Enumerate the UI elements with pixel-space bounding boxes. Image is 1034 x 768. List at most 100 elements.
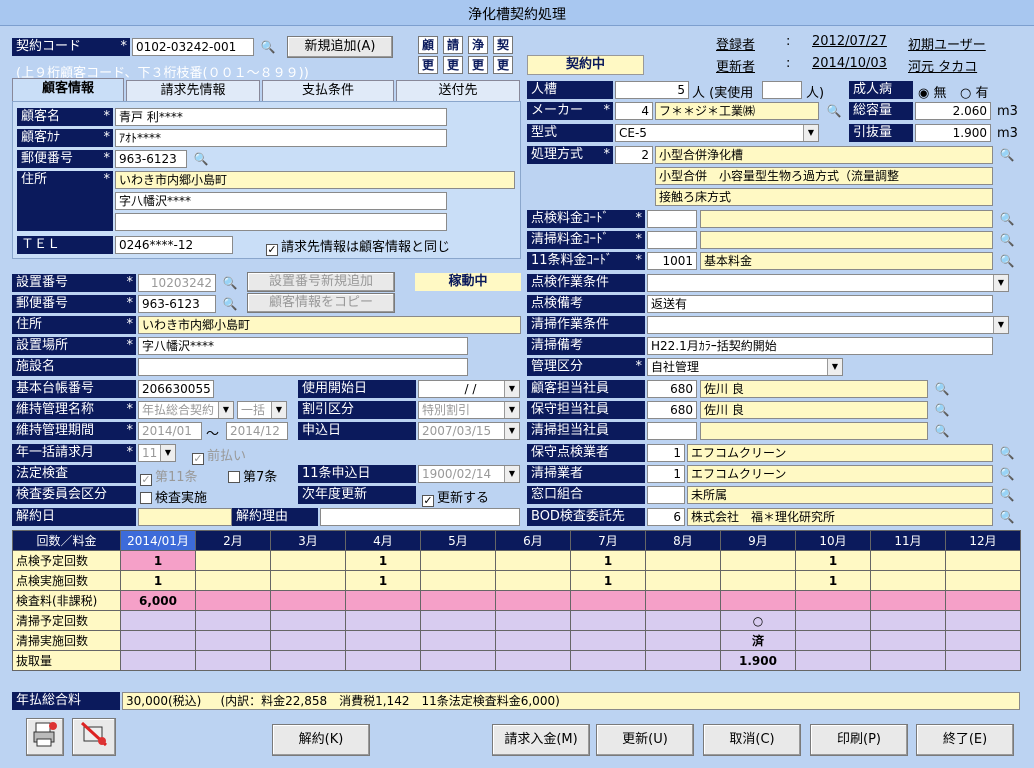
grid-cell[interactable] (870, 630, 946, 651)
grid-cell[interactable] (495, 590, 571, 611)
zip-search-icon[interactable]: 🔍 (191, 150, 211, 168)
grid-cell[interactable] (120, 630, 196, 651)
month-header[interactable]: 6月 (495, 530, 571, 551)
cancel-date-input[interactable] (138, 508, 232, 526)
insp-fee-search-icon[interactable]: 🔍 (997, 210, 1017, 228)
grid-cell[interactable] (195, 550, 271, 571)
renew-checkbox[interactable]: ✓ 更新する (422, 487, 489, 507)
grid-cell[interactable] (120, 650, 196, 671)
grid-cell[interactable]: 1 (120, 570, 196, 591)
grid-cell[interactable] (495, 570, 571, 591)
grid-cell[interactable]: 済 (720, 630, 796, 651)
abort-button[interactable]: 取消(C) (703, 724, 801, 756)
badge-update-4[interactable]: 更 (493, 56, 513, 74)
install-address-input[interactable]: いわき市内郷小島町 (138, 316, 521, 334)
insp-note-input[interactable]: 返送有 (647, 295, 993, 313)
printer-icon[interactable] (26, 718, 64, 756)
cleaner-search-icon[interactable]: 🔍 (997, 465, 1017, 483)
grid-cell[interactable] (945, 610, 1021, 631)
actual-people-input[interactable] (762, 81, 802, 99)
cust-staff-no-input[interactable]: 680 (647, 380, 697, 398)
grid-cell[interactable]: 1 (345, 550, 421, 571)
dropdown-arrow-icon[interactable]: ▼ (504, 402, 519, 418)
committee-checkbox[interactable]: 検査実施 (140, 487, 207, 506)
month-header[interactable]: 2月 (195, 530, 271, 551)
grid-cell[interactable] (720, 550, 796, 571)
grid-cell[interactable] (570, 590, 646, 611)
grid-cell[interactable] (795, 630, 871, 651)
grid-cell[interactable] (645, 570, 721, 591)
facility-input[interactable] (138, 358, 468, 376)
window-union-no-input[interactable] (647, 486, 685, 504)
grid-cell[interactable] (420, 650, 496, 671)
month-header[interactable]: 2014/01月 (120, 530, 196, 551)
clean-fee-no-input[interactable] (647, 231, 697, 249)
badge-tank[interactable]: 浄 (468, 36, 488, 54)
insp-fee-no-input[interactable] (647, 210, 697, 228)
method-no-input[interactable]: 2 (615, 146, 653, 164)
grid-cell[interactable] (795, 650, 871, 671)
pull-input[interactable]: 1.900 (915, 124, 991, 142)
customer-kana-input[interactable]: ｱｵﾄ**** (115, 129, 447, 147)
grid-cell[interactable] (345, 610, 421, 631)
grid-cell[interactable] (945, 590, 1021, 611)
grid-cell[interactable] (945, 630, 1021, 651)
badge-customer[interactable]: 顧 (418, 36, 438, 54)
install-new-button[interactable]: 設置番号新規追加 (247, 272, 395, 292)
grid-cell[interactable] (870, 590, 946, 611)
customer-address1-input[interactable]: いわき市内郷小島町 (115, 171, 515, 189)
maint-staff-search-icon[interactable]: 🔍 (932, 401, 952, 419)
badge-invoice[interactable]: 請 (443, 36, 463, 54)
grid-cell[interactable] (195, 570, 271, 591)
grid-cell[interactable] (345, 590, 421, 611)
grid-cell[interactable] (945, 550, 1021, 571)
grid-cell[interactable]: 1 (120, 550, 196, 571)
grid-cell[interactable] (495, 610, 571, 631)
model-select[interactable]: CE-5 ▼ (615, 124, 819, 142)
badge-update-2[interactable]: 更 (443, 56, 463, 74)
dropdown-arrow-icon[interactable]: ▼ (504, 381, 519, 397)
dropdown-arrow-icon[interactable]: ▼ (827, 359, 842, 375)
grid-cell[interactable] (645, 650, 721, 671)
grid-cell[interactable] (270, 570, 346, 591)
start-date-input[interactable]: / / ▼ (418, 380, 520, 398)
month-header[interactable]: 12月 (945, 530, 1021, 551)
grid-cell[interactable] (420, 590, 496, 611)
prepay-checkbox[interactable]: ✓ 前払い (192, 445, 246, 465)
month-header[interactable]: 8月 (645, 530, 721, 551)
grid-cell[interactable] (195, 590, 271, 611)
print-button[interactable]: 印刷(P) (810, 724, 908, 756)
grid-cell[interactable]: 1 (570, 570, 646, 591)
dropdown-arrow-icon[interactable]: ▼ (218, 402, 233, 418)
month-header[interactable]: 5月 (420, 530, 496, 551)
cleaner-no-input[interactable]: 1 (647, 465, 685, 483)
grid-cell[interactable] (270, 550, 346, 571)
grid-cell[interactable] (420, 550, 496, 571)
grid-cell[interactable] (945, 570, 1021, 591)
bulk-month-select[interactable]: 11 ▼ (138, 444, 176, 462)
inspector-search-icon[interactable]: 🔍 (997, 444, 1017, 462)
insp-cond-select[interactable]: ▼ (647, 274, 1009, 292)
contract-search-icon[interactable]: 🔍 (258, 38, 278, 56)
month-header[interactable]: 10月 (795, 530, 871, 551)
copy-customer-button[interactable]: 顧客情報をコピー (247, 293, 395, 313)
tab-payment-terms[interactable]: 支払条件 (262, 80, 394, 102)
window-union-search-icon[interactable]: 🔍 (997, 486, 1017, 504)
tab-delivery[interactable]: 送付先 (396, 80, 520, 102)
ledger-input[interactable]: 206630055 (138, 380, 214, 398)
dropdown-arrow-icon[interactable]: ▼ (160, 445, 175, 461)
customer-address3-input[interactable] (115, 213, 447, 231)
grid-cell[interactable] (645, 550, 721, 571)
same-as-customer-checkbox[interactable]: ✓ 請求先情報は顧客情報と同じ (266, 236, 450, 256)
dropdown-arrow-icon[interactable]: ▼ (504, 423, 519, 439)
maker-no-input[interactable]: 4 (615, 102, 653, 120)
grid-cell[interactable]: 1 (570, 550, 646, 571)
method-line1[interactable]: 小型合併浄化槽 (655, 146, 993, 164)
grid-cell[interactable] (645, 590, 721, 611)
capacity-input[interactable]: 2.060 (915, 102, 991, 120)
dropdown-arrow-icon[interactable]: ▼ (993, 317, 1008, 333)
maint-name2-select[interactable]: 一括 ▼ (237, 401, 287, 419)
grid-cell[interactable] (420, 630, 496, 651)
grid-cell[interactable] (195, 610, 271, 631)
grid-cell[interactable]: 1 (795, 550, 871, 571)
